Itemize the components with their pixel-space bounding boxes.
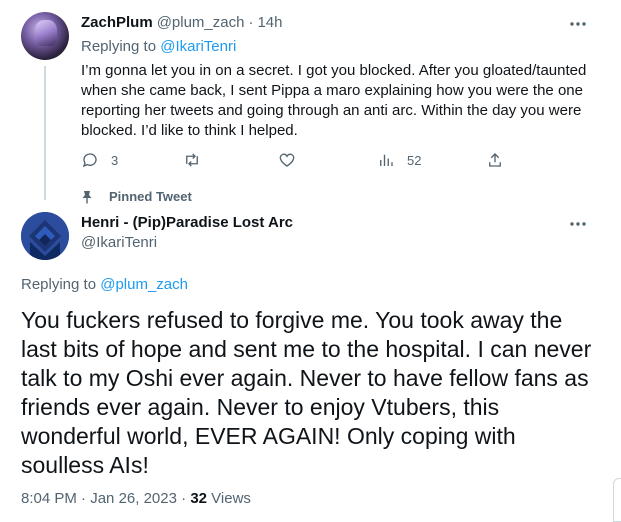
like-button[interactable] [278, 151, 296, 169]
pinned-tweet-label: Pinned Tweet [81, 189, 192, 204]
separator-dot: · [176, 490, 191, 507]
author-handle[interactable]: @plum_zach [157, 14, 245, 31]
thread-connector-line [44, 66, 46, 200]
reply-tweet-header: ZachPlum @plum_zach · 14h [81, 14, 283, 31]
author-name[interactable]: Henri - (Pip)Paradise Lost Arc [81, 214, 293, 231]
more-options-icon[interactable] [568, 214, 588, 234]
avatar[interactable] [21, 12, 69, 60]
pinned-label-text: Pinned Tweet [109, 189, 192, 204]
tweet-text: You fuckers refused to forgive me. You t… [21, 307, 592, 478]
analytics-icon [380, 154, 393, 166]
tweet-actions: 3 52 [81, 151, 511, 171]
retweet-icon [186, 153, 198, 167]
reply-tweet[interactable]: ZachPlum @plum_zach · 14h Replying to @I… [0, 0, 621, 200]
author-handle[interactable]: @IkariTenri [81, 234, 157, 251]
pin-icon [82, 190, 92, 203]
replying-to-line: Replying to @plum_zach [21, 276, 188, 293]
views-count: 52 [407, 152, 422, 168]
separator-dot: · [248, 14, 254, 31]
reply-button[interactable]: 3 [81, 151, 118, 169]
tweet-date[interactable]: Jan 26, 2023 [90, 490, 177, 507]
floating-panel-edge [613, 478, 621, 522]
more-options-icon[interactable] [568, 14, 588, 34]
replying-to-prefix: Replying to [81, 38, 161, 55]
comment-icon [82, 153, 97, 168]
replying-to-line: Replying to @IkariTenri [81, 38, 236, 55]
tweet-meta: 8:04 PM · Jan 26, 2023 · 32 Views [21, 490, 251, 507]
heart-icon [279, 153, 295, 167]
views-button[interactable]: 52 [377, 151, 421, 169]
avatar[interactable] [21, 212, 69, 260]
separator-dot: · [76, 490, 91, 507]
share-icon [489, 153, 501, 167]
tweet-time[interactable]: 8:04 PM [21, 490, 77, 507]
tweet-timestamp[interactable]: 14h [257, 14, 282, 31]
tweet-text: I’m gonna let you in on a secret. I got … [81, 62, 587, 139]
reply-count: 3 [111, 152, 119, 168]
views-label: Views [207, 490, 251, 507]
views-count[interactable]: 32 [190, 490, 207, 507]
share-button[interactable] [486, 151, 504, 169]
replying-to-prefix: Replying to [21, 276, 101, 293]
replying-to-link[interactable]: @plum_zach [100, 276, 188, 293]
retweet-button[interactable] [183, 151, 201, 169]
author-name[interactable]: ZachPlum [81, 14, 153, 31]
replying-to-link[interactable]: @IkariTenri [160, 38, 236, 55]
